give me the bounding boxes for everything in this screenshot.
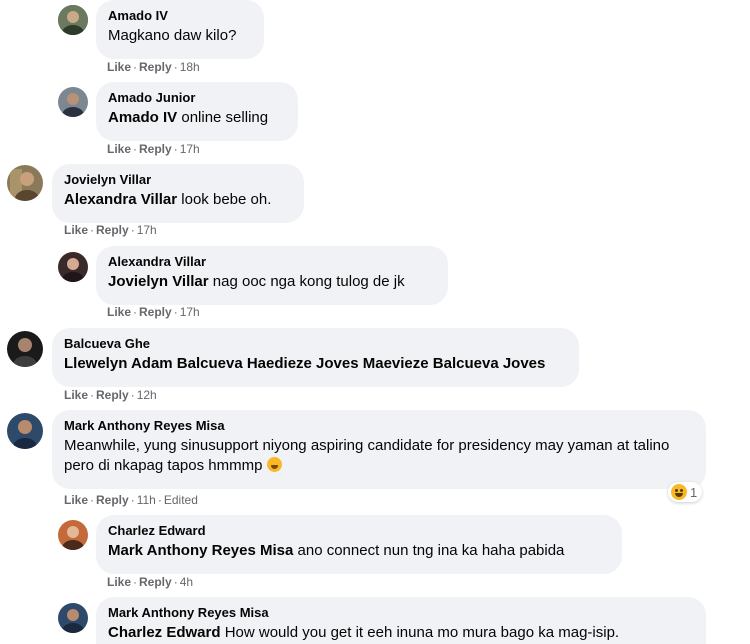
mention-link[interactable]: Amado IV xyxy=(108,109,177,126)
comment-body: Meanwhile, yung sinusupport niyong aspir… xyxy=(64,437,670,474)
comment-body: How would you get it eeh inuna mo mura b… xyxy=(220,624,620,641)
edited-label[interactable]: Edited xyxy=(164,493,198,507)
comment-text: Amado IV online selling xyxy=(108,108,286,128)
like-link[interactable]: Like xyxy=(64,223,88,237)
comment-text: Mark Anthony Reyes Misa ano connect nun … xyxy=(108,541,610,561)
comment-text: Charlez Edward How would you get it eeh … xyxy=(108,623,694,643)
profile-photo-icon xyxy=(58,520,88,550)
avatar[interactable] xyxy=(7,165,43,201)
like-link[interactable]: Like xyxy=(64,493,88,507)
avatar[interactable] xyxy=(58,252,88,282)
like-link[interactable]: Like xyxy=(107,60,131,74)
mention-link[interactable]: Llewelyn Adam Balcueva Haedieze Joves Ma… xyxy=(64,355,545,372)
comment-text: Magkano daw kilo? xyxy=(108,26,252,46)
profile-photo-icon xyxy=(58,252,88,282)
comment-actions: Like · Reply · 4h xyxy=(107,575,194,589)
avatar[interactable] xyxy=(7,413,43,449)
mention-link[interactable]: Charlez Edward xyxy=(108,624,221,641)
like-link[interactable]: Like xyxy=(107,575,131,589)
mention-link[interactable]: Mark Anthony Reyes Misa xyxy=(108,542,293,559)
reply-link[interactable]: Reply xyxy=(96,223,129,237)
mention-link[interactable]: Jovielyn Villar xyxy=(108,273,209,290)
avatar[interactable] xyxy=(58,5,88,35)
comment-text: Meanwhile, yung sinusupport niyong aspir… xyxy=(64,436,694,476)
comment-actions: Like · Reply · 17h xyxy=(107,142,200,156)
commenter-name[interactable]: Amado IV xyxy=(108,8,252,24)
like-link[interactable]: Like xyxy=(107,305,131,319)
reply-link[interactable]: Reply xyxy=(139,60,172,74)
profile-photo-icon xyxy=(7,331,43,367)
reply-link[interactable]: Reply xyxy=(139,305,172,319)
comment-actions: Like · Reply · 17h xyxy=(64,223,157,237)
comment-text: Alexandra Villar look bebe oh. xyxy=(64,190,292,210)
timestamp[interactable]: 17h xyxy=(137,223,157,237)
comment-text: Llewelyn Adam Balcueva Haedieze Joves Ma… xyxy=(64,354,567,374)
timestamp[interactable]: 17h xyxy=(180,305,200,319)
comment-bubble: Balcueva Ghe Llewelyn Adam Balcueva Haed… xyxy=(52,328,579,387)
commenter-name[interactable]: Jovielyn Villar xyxy=(64,172,292,188)
reply-link[interactable]: Reply xyxy=(96,493,129,507)
commenter-name[interactable]: Balcueva Ghe xyxy=(64,336,567,352)
timestamp[interactable]: 18h xyxy=(180,60,200,74)
timestamp[interactable]: 11h xyxy=(137,493,156,507)
profile-photo-icon xyxy=(58,5,88,35)
comment-bubble: Mark Anthony Reyes Misa Meanwhile, yung … xyxy=(52,410,706,489)
comment-actions: Like · Reply · 17h xyxy=(107,305,200,319)
reply-link[interactable]: Reply xyxy=(96,388,129,402)
like-link[interactable]: Like xyxy=(107,142,131,156)
comment-actions: Like · Reply · 11h · Edited xyxy=(64,493,198,507)
haha-reaction-icon xyxy=(671,484,687,500)
timestamp[interactable]: 17h xyxy=(180,142,200,156)
avatar[interactable] xyxy=(58,603,88,633)
comment-bubble: Mark Anthony Reyes Misa Charlez Edward H… xyxy=(96,597,706,644)
profile-photo-icon xyxy=(58,87,88,117)
commenter-name[interactable]: Charlez Edward xyxy=(108,523,610,539)
comment-body: ano connect nun tng ina ka haha pabida xyxy=(293,542,565,559)
timestamp[interactable]: 4h xyxy=(180,575,193,589)
profile-photo-icon xyxy=(7,413,43,449)
avatar[interactable] xyxy=(58,520,88,550)
avatar[interactable] xyxy=(7,331,43,367)
comment-bubble: Alexandra Villar Jovielyn Villar nag ooc… xyxy=(96,246,448,305)
profile-photo-icon xyxy=(58,603,88,633)
comment-actions: Like · Reply · 18h xyxy=(107,60,200,74)
commenter-name[interactable]: Mark Anthony Reyes Misa xyxy=(64,418,694,434)
comment-body: online selling xyxy=(177,109,269,126)
comment-bubble: Charlez Edward Mark Anthony Reyes Misa a… xyxy=(96,515,622,574)
reaction-count-badge[interactable]: 1 xyxy=(668,482,703,502)
comment-bubble: Amado IV Magkano daw kilo? xyxy=(96,0,264,59)
comment-bubble: Jovielyn Villar Alexandra Villar look be… xyxy=(52,164,304,223)
laughing-emoji-icon xyxy=(266,457,282,472)
commenter-name[interactable]: Amado Junior xyxy=(108,90,286,106)
comment-actions: Like · Reply · 12h xyxy=(64,388,157,402)
like-link[interactable]: Like xyxy=(64,388,88,402)
commenter-name[interactable]: Mark Anthony Reyes Misa xyxy=(108,605,694,621)
reply-link[interactable]: Reply xyxy=(139,142,172,156)
commenter-name[interactable]: Alexandra Villar xyxy=(108,254,436,270)
timestamp[interactable]: 12h xyxy=(137,388,157,402)
reply-link[interactable]: Reply xyxy=(139,575,172,589)
comment-text: Jovielyn Villar nag ooc nga kong tulog d… xyxy=(108,272,436,292)
comment-body: nag ooc nga kong tulog de jk xyxy=(208,273,405,290)
reaction-count: 1 xyxy=(690,484,698,500)
comment-bubble: Amado Junior Amado IV online selling xyxy=(96,82,298,141)
profile-photo-icon xyxy=(7,165,43,201)
mention-link[interactable]: Alexandra Villar xyxy=(64,191,177,208)
comment-body: look bebe oh. xyxy=(177,191,272,208)
avatar[interactable] xyxy=(58,87,88,117)
comment-body: Magkano daw kilo? xyxy=(108,27,237,44)
